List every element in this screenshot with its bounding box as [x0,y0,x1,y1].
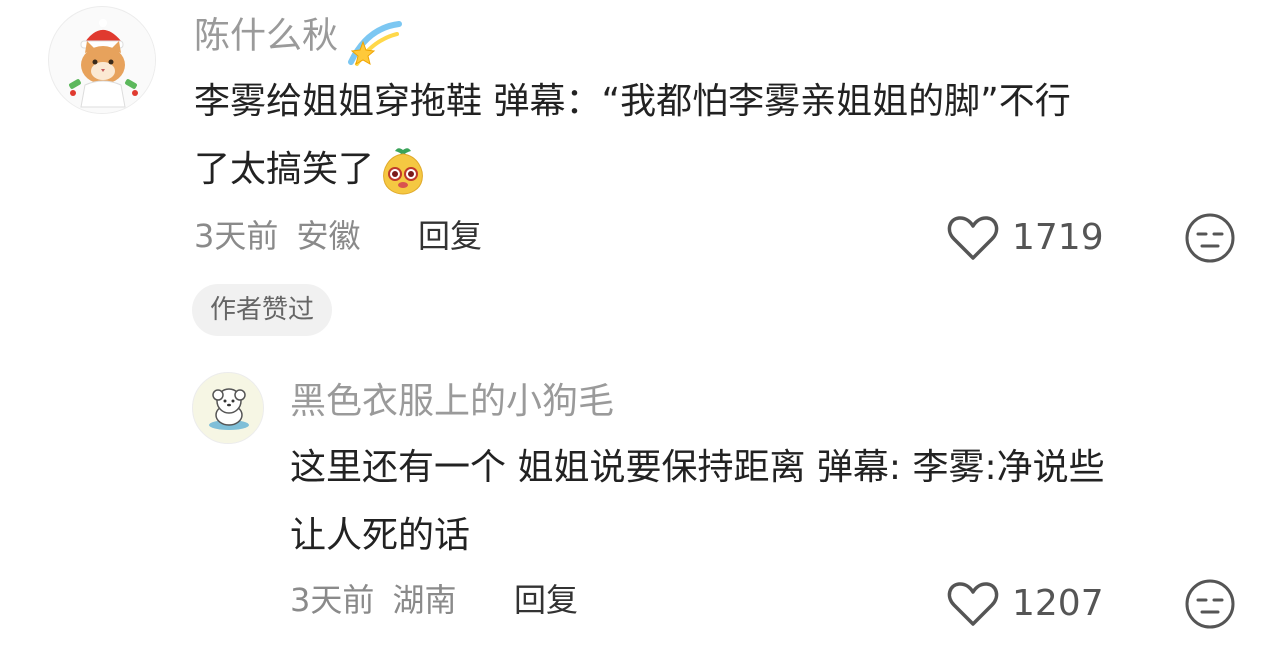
heart-icon [947,582,999,626]
sparkle-star-icon [347,18,403,68]
reply-button[interactable]: 回复 [514,584,578,616]
comment-line: 李雾给姐姐穿拖鞋 弹幕：“我都怕李雾亲姐姐的脚”不行 [194,81,1071,122]
author-liked-badge: 作者赞过 [192,284,333,336]
avatar[interactable] [48,6,156,114]
cat-avatar-icon [50,8,155,113]
comment-line: 了太搞笑了 [194,136,1244,204]
puppy-avatar-icon [194,374,263,443]
comment-location: 安徽 [296,217,361,255]
username[interactable]: 陈什么秋 [194,16,338,57]
dislike-button[interactable] [1184,212,1236,264]
comment-text: 这里还有一个 姐姐说要保持距离 弹幕: 李雾:净说些 让人死的话 [290,434,1250,570]
comment-meta: 3天前 湖南 [290,584,457,616]
comment-time: 3天前 [194,217,279,255]
comment-line-text: 了太搞笑了 [194,149,375,190]
comment-username-row: 陈什么秋 [194,18,403,68]
like-button[interactable] [946,580,1000,628]
comment-text: 李雾给姐姐穿拖鞋 弹幕：“我都怕李雾亲姐姐的脚”不行 了太搞笑了 [194,68,1244,204]
reply-button[interactable]: 回复 [418,220,482,252]
username[interactable]: 黑色衣服上的小狗毛 [290,384,614,420]
neutral-face-icon [1185,213,1235,263]
heart-icon [947,216,999,260]
like-count: 1207 [1012,583,1104,624]
neutral-face-icon [1185,579,1235,629]
comment-meta: 3天前 安徽 [194,220,361,252]
like-count: 1719 [1012,217,1104,258]
comment-line: 让人死的话 [290,515,471,556]
comment-time: 3天前 [290,581,375,619]
avatar[interactable] [192,372,264,444]
comment-location: 湖南 [392,581,457,619]
like-button[interactable] [946,214,1000,262]
comment-line: 这里还有一个 姐姐说要保持距离 弹幕: 李雾:净说些 [290,447,1105,488]
pear-face-sticker-icon [378,146,428,196]
dislike-button[interactable] [1184,578,1236,630]
